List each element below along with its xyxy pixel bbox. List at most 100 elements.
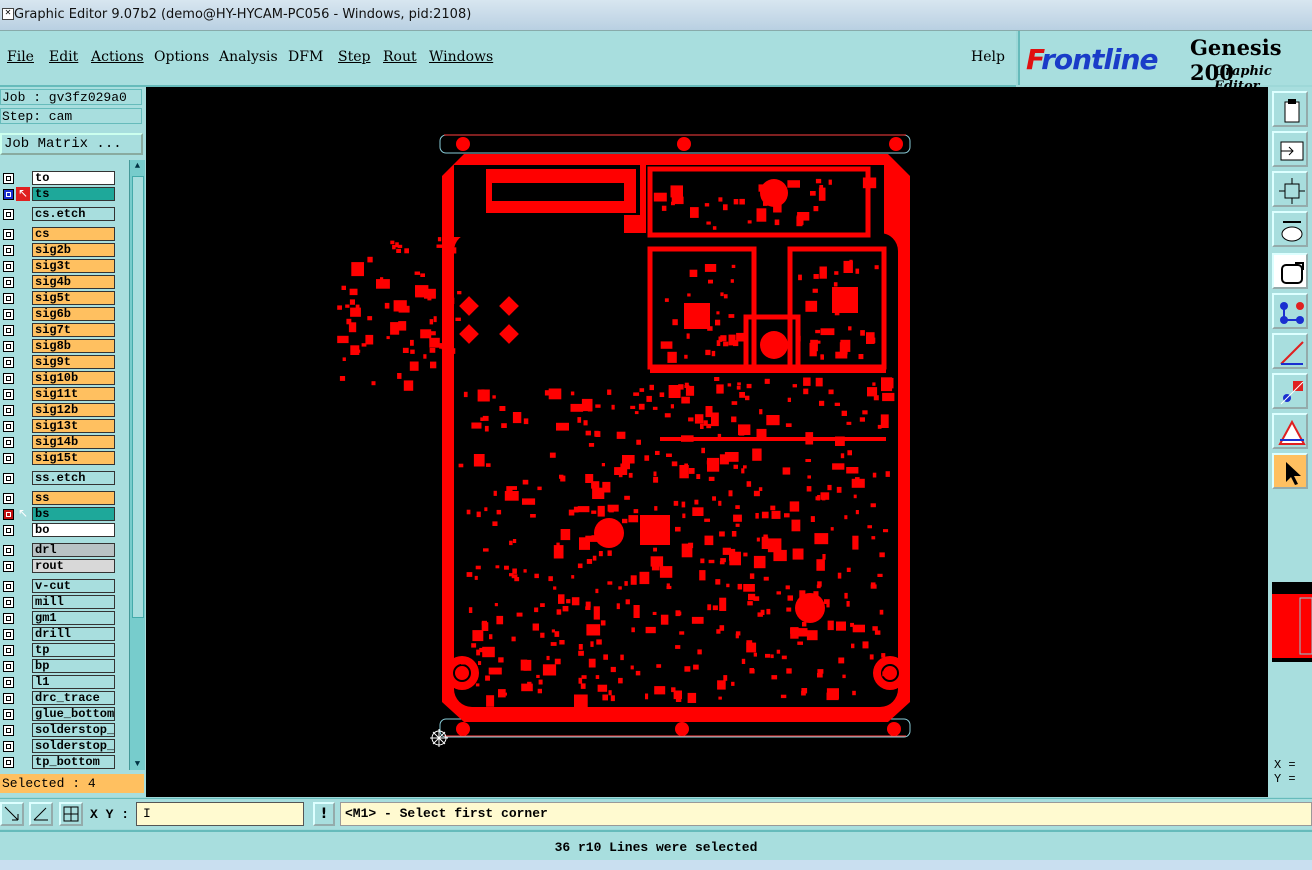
menu-options[interactable]: Options	[154, 49, 209, 65]
layer-row-sig15t[interactable]: sig15t	[0, 451, 118, 466]
app-icon[interactable]: ✕	[2, 8, 14, 20]
job-matrix-button[interactable]: Job Matrix ...	[0, 133, 143, 155]
layer-checkbox[interactable]	[3, 437, 14, 448]
measure-button[interactable]	[1272, 333, 1308, 369]
layer-row-bo[interactable]: bo	[0, 523, 118, 538]
layer-row-sig7t[interactable]: sig7t	[0, 323, 118, 338]
layer-row-bp[interactable]: bp	[0, 659, 118, 674]
layer-row-ts[interactable]: ↖ ts	[0, 187, 118, 202]
layer-checkbox[interactable]	[3, 229, 14, 240]
pointer-button[interactable]	[1272, 453, 1308, 489]
layer-row-drill[interactable]: drill	[0, 627, 118, 642]
layer-checkbox[interactable]	[3, 389, 14, 400]
layer-checkbox[interactable]	[3, 405, 14, 416]
layer-row-sig5t[interactable]: sig5t	[0, 291, 118, 306]
layer-row-sig11t[interactable]: sig11t	[0, 387, 118, 402]
layer-checkbox[interactable]	[3, 613, 14, 624]
layer-checkbox[interactable]	[3, 709, 14, 720]
layer-row-drc-trace[interactable]: drc_trace	[0, 691, 118, 706]
menu-rout[interactable]: Rout	[383, 49, 417, 65]
layer-row-ss-etch[interactable]: ss.etch	[0, 471, 118, 486]
layer-checkbox[interactable]	[3, 357, 14, 368]
layer-checkbox[interactable]	[3, 493, 14, 504]
layer-row-sig12b[interactable]: sig12b	[0, 403, 118, 418]
layer-row-sig13t[interactable]: sig13t	[0, 419, 118, 434]
layer-row-l1[interactable]: l1	[0, 675, 118, 690]
graph-nodes-button[interactable]	[1272, 293, 1308, 329]
layer-checkbox[interactable]	[3, 209, 14, 220]
xy-input[interactable]: I	[136, 802, 304, 826]
layer-checkbox[interactable]	[3, 545, 14, 556]
layer-checkbox[interactable]	[3, 325, 14, 336]
menu-dfm[interactable]: DFM	[288, 49, 323, 65]
layer-row-sig4b[interactable]: sig4b	[0, 275, 118, 290]
menu-help[interactable]: Help	[971, 49, 1005, 65]
layer-row-sig2b[interactable]: sig2b	[0, 243, 118, 258]
layer-checkbox[interactable]	[3, 309, 14, 320]
fit-zoom-button[interactable]	[1272, 171, 1308, 207]
layer-checkbox[interactable]	[3, 453, 14, 464]
layer-checkbox[interactable]	[3, 189, 14, 200]
layer-checkbox[interactable]	[3, 525, 14, 536]
layer-row-bs[interactable]: ↖ bs	[0, 507, 118, 522]
layer-checkbox[interactable]	[3, 277, 14, 288]
layer-row-sig10b[interactable]: sig10b	[0, 371, 118, 386]
layer-checkbox[interactable]	[3, 757, 14, 768]
layer-checkbox[interactable]	[3, 373, 14, 384]
mini-map[interactable]	[1272, 582, 1312, 662]
layer-row-solderstop-b[interactable]: solderstop_b	[0, 723, 118, 738]
layer-checkbox[interactable]	[3, 173, 14, 184]
layer-scrollbar[interactable]: ▲ ▼	[129, 160, 145, 770]
layer-checkbox[interactable]	[3, 561, 14, 572]
menu-actions[interactable]: Actions	[91, 49, 144, 65]
layer-checkbox[interactable]	[3, 293, 14, 304]
layer-row-sig9t[interactable]: sig9t	[0, 355, 118, 370]
grid-mode-button[interactable]	[59, 802, 83, 826]
layer-row-mill[interactable]: mill	[0, 595, 118, 610]
layer-row-tp-bottom[interactable]: tp_bottom	[0, 755, 118, 770]
pcb-drawing[interactable]	[146, 87, 1268, 797]
menu-edit[interactable]: Edit	[49, 49, 78, 65]
graphic-canvas[interactable]	[146, 87, 1268, 797]
menu-windows[interactable]: Windows	[429, 49, 493, 65]
layer-row-v-cut[interactable]: v-cut	[0, 579, 118, 594]
layer-checkbox[interactable]	[3, 421, 14, 432]
palette-button[interactable]	[1272, 211, 1308, 247]
layer-row-sig14b[interactable]: sig14b	[0, 435, 118, 450]
layer-row-sig3t[interactable]: sig3t	[0, 259, 118, 274]
layer-row-gm1[interactable]: gm1	[0, 611, 118, 626]
layer-row-to[interactable]: to	[0, 171, 118, 186]
layer-row-drl[interactable]: drl	[0, 543, 118, 558]
layer-checkbox[interactable]	[3, 509, 14, 520]
angle-mode-button[interactable]	[29, 802, 53, 826]
scroll-up-icon[interactable]: ▲	[130, 160, 145, 172]
snap-mode-button[interactable]	[0, 802, 24, 826]
layer-row-glue-bottom[interactable]: glue_bottom	[0, 707, 118, 722]
clipboard-button[interactable]	[1272, 91, 1308, 127]
menu-file[interactable]: File	[7, 49, 34, 65]
layer-checkbox[interactable]	[3, 581, 14, 592]
layer-checkbox[interactable]	[3, 245, 14, 256]
step-back-button[interactable]	[1272, 131, 1308, 167]
layer-checkbox[interactable]	[3, 725, 14, 736]
layer-checkbox[interactable]	[3, 645, 14, 656]
layer-checkbox[interactable]	[3, 677, 14, 688]
layer-row-solderstop-t[interactable]: solderstop_t	[0, 739, 118, 754]
layer-checkbox[interactable]	[3, 597, 14, 608]
layer-row-sig6b[interactable]: sig6b	[0, 307, 118, 322]
layer-row-rout[interactable]: rout	[0, 559, 118, 574]
layer-checkbox[interactable]	[3, 629, 14, 640]
scroll-down-icon[interactable]: ▼	[130, 758, 145, 770]
layer-row-tp[interactable]: tp	[0, 643, 118, 658]
layer-checkbox[interactable]	[3, 473, 14, 484]
menu-step[interactable]: Step	[338, 49, 370, 65]
scroll-thumb[interactable]	[132, 176, 144, 618]
layer-checkbox[interactable]	[3, 741, 14, 752]
triangle-button[interactable]	[1272, 413, 1308, 449]
layer-row-cs[interactable]: cs	[0, 227, 118, 242]
layer-checkbox[interactable]	[3, 261, 14, 272]
layer-checkbox[interactable]	[3, 661, 14, 672]
layer-row-ss[interactable]: ss	[0, 491, 118, 506]
snap-button[interactable]	[1272, 373, 1308, 409]
layer-checkbox[interactable]	[3, 341, 14, 352]
